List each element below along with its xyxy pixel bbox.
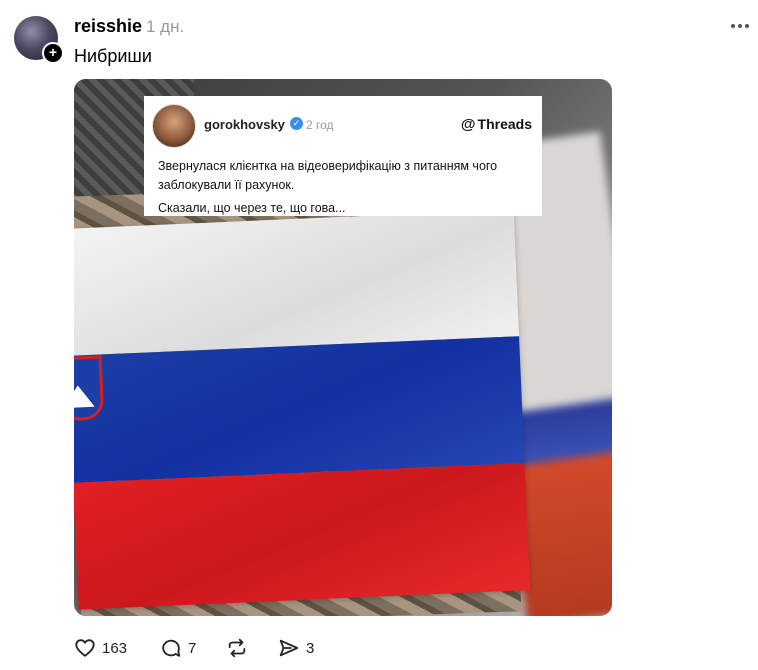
post-text: Нибриши [74, 46, 152, 66]
post-image[interactable]: gorokhovsky ✓ 2 год @ Threads Звернулася … [74, 79, 612, 616]
follow-plus-icon[interactable]: + [42, 42, 64, 64]
mountain-shape [74, 384, 95, 409]
reply-button[interactable]: 7 [160, 636, 196, 660]
username[interactable]: reisshie [74, 16, 142, 37]
repost-button[interactable] [226, 636, 248, 660]
embedded-username: gorokhovsky [204, 117, 285, 132]
embedded-line-2: заблокували її рахунок. [158, 178, 295, 192]
share-count: 3 [306, 639, 315, 657]
embedded-line-1: Звернулася клієнтка на відеоверифікацію … [158, 159, 498, 173]
flag-white-stripe [74, 209, 520, 356]
verified-badge-icon: ✓ [290, 117, 303, 130]
embedded-post-text: Звернулася клієнтка на відеоверифікацію … [158, 157, 538, 218]
embedded-timestamp: 2 год [306, 118, 334, 132]
comment-icon [162, 639, 181, 657]
more-horizontal-icon[interactable] [730, 16, 750, 36]
embedded-threads-post: gorokhovsky ✓ 2 год @ Threads Звернулася … [144, 96, 542, 216]
repost-icon [228, 638, 246, 658]
flag-red-stripe [74, 462, 531, 610]
embedded-avatar [152, 104, 196, 148]
slovenian-flag [74, 209, 531, 610]
flag-blue-stripe [74, 336, 525, 483]
threads-logo-icon: @ [460, 116, 476, 133]
send-icon [279, 639, 299, 657]
share-button[interactable]: 3 [278, 636, 314, 660]
threads-brand: @ Threads [461, 116, 532, 133]
like-count: 163 [102, 639, 128, 657]
timestamp[interactable]: 1 дн. [146, 17, 184, 37]
reply-count: 7 [188, 639, 197, 657]
embedded-line-3: Сказали, що через те, що гова... [158, 201, 346, 215]
heart-icon [75, 639, 95, 657]
like-button[interactable]: 163 [74, 636, 127, 660]
avatar[interactable]: + [14, 16, 64, 64]
coat-of-arms [74, 355, 105, 422]
threads-brand-label: Threads [477, 116, 532, 132]
